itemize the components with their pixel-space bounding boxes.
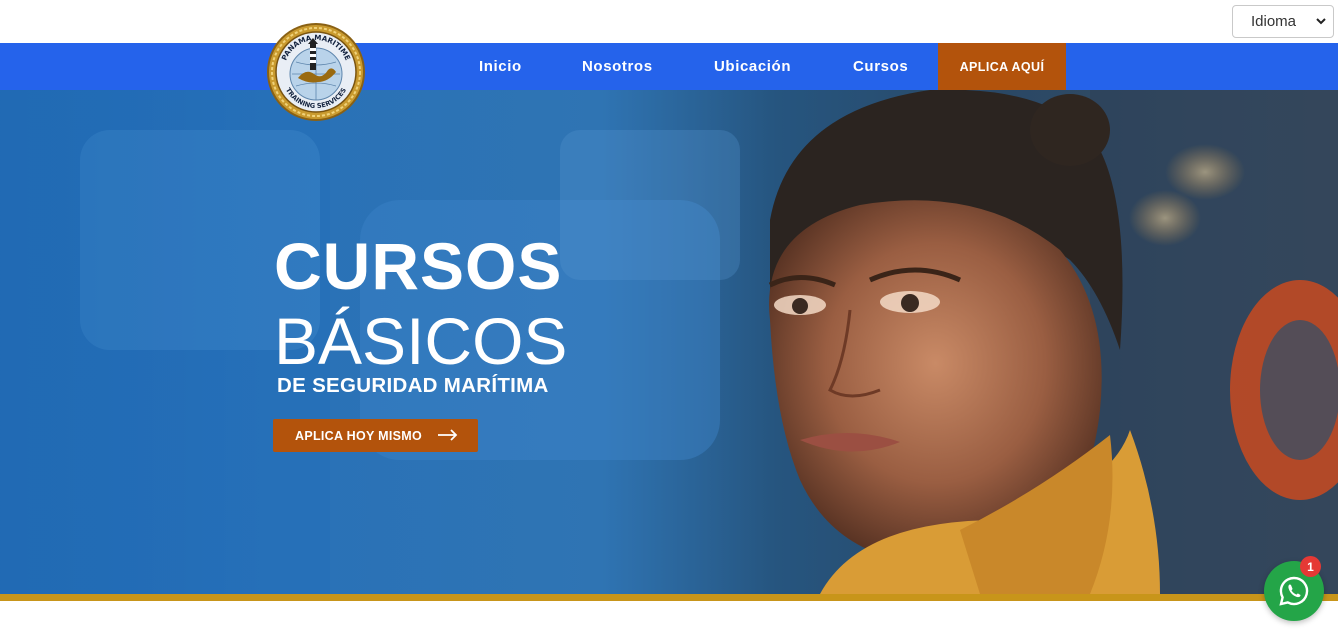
hero-title-line1: CURSOS [274, 229, 563, 303]
hero-title-line2: BÁSICOS [274, 304, 568, 378]
nav-item-nosotros[interactable]: Nosotros [582, 43, 653, 90]
nav-item-inicio[interactable]: Inicio [479, 43, 522, 90]
logo-emblem: PANAMA MARITIME TRAINING SERVICES [267, 23, 365, 121]
hero-subtitle: DE SEGURIDAD MARÍTIMA [277, 374, 549, 397]
nav-item-ubicacion[interactable]: Ubicación [714, 43, 791, 90]
whatsapp-icon [1279, 576, 1309, 606]
site-logo[interactable]: PANAMA MARITIME TRAINING SERVICES [266, 22, 366, 122]
hero-accent-border [0, 594, 1338, 601]
apply-here-button[interactable]: APLICA AQUÍ [938, 43, 1066, 90]
nav-item-cursos[interactable]: Cursos [853, 43, 908, 90]
chevron-down-icon [1316, 18, 1326, 25]
main-nav: Inicio Nosotros Ubicación Cursos APLICA … [0, 43, 1338, 90]
notification-badge: 1 [1300, 556, 1321, 577]
arrow-right-icon [438, 429, 458, 441]
hero-banner: CURSOS BÁSICOS DE SEGURIDAD MARÍTIMA APL… [0, 90, 1338, 594]
apply-now-button[interactable]: APLICA HOY MISMO [273, 419, 478, 452]
top-bar: Idioma [0, 0, 1338, 43]
apply-now-label: APLICA HOY MISMO [295, 428, 423, 443]
language-select-value: Idioma [1251, 13, 1297, 30]
hero-photo [0, 90, 1338, 594]
language-select[interactable]: Idioma [1232, 5, 1334, 38]
